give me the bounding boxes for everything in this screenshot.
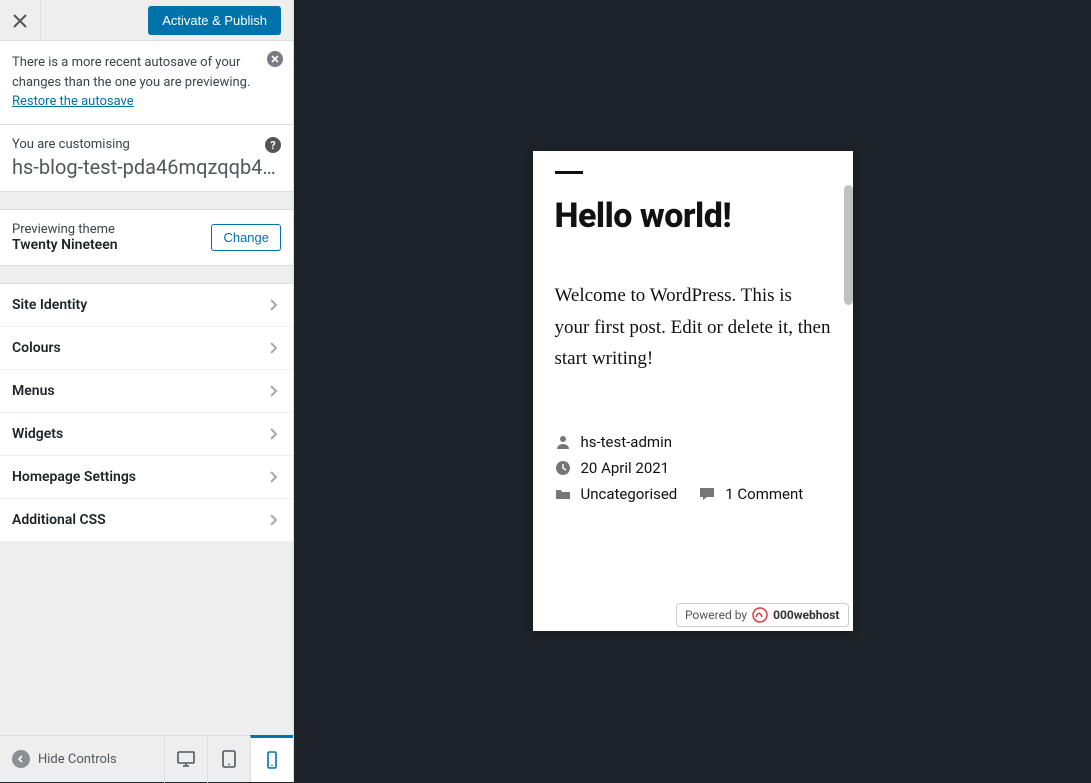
meta-date: 20 April 2021 [555, 459, 831, 477]
theme-name: Twenty Nineteen [12, 237, 118, 253]
autosave-notice: There is a more recent autosave of your … [0, 41, 293, 125]
device-desktop-button[interactable] [164, 736, 207, 783]
comment-icon [699, 486, 715, 502]
change-theme-button[interactable]: Change [211, 224, 281, 251]
person-icon [555, 434, 571, 450]
folder-icon [555, 486, 571, 502]
powered-label: Powered by [685, 608, 747, 622]
webhost-logo-icon [752, 607, 768, 623]
close-button[interactable] [0, 0, 41, 41]
desktop-icon [176, 749, 196, 769]
chevron-right-icon [267, 427, 281, 441]
powered-by-badge[interactable]: Powered by 000webhost [676, 603, 849, 627]
panel-widgets[interactable]: Widgets [0, 413, 293, 456]
site-name: hs-blog-test-pda46mqzqqb4… [12, 155, 281, 179]
post-title[interactable]: Hello world! [555, 196, 831, 236]
meta-category-comments: Uncategorised 1 Comment [555, 485, 831, 503]
chevron-right-icon [267, 470, 281, 484]
panel-menus[interactable]: Menus [0, 370, 293, 413]
panel-list: Site Identity Colours Menus Widgets Home… [0, 283, 293, 542]
preview-area: Hello world! Welcome to WordPress. This … [294, 0, 1091, 782]
customizer-header: Activate & Publish [0, 0, 293, 41]
customizer-footer: Hide Controls [0, 735, 293, 782]
device-tablet-button[interactable] [207, 736, 250, 783]
preview-content: Hello world! Welcome to WordPress. This … [533, 151, 853, 503]
scrollbar[interactable] [844, 185, 853, 305]
category-link[interactable]: Uncategorised [581, 485, 678, 503]
customising-label: You are customising [12, 137, 281, 152]
restore-autosave-link[interactable]: Restore the autosave [12, 94, 134, 109]
panel-label: Homepage Settings [12, 469, 136, 485]
publish-area: Activate & Publish [41, 0, 293, 40]
post-body: Welcome to WordPress. This is your first… [555, 280, 831, 375]
device-mobile-button[interactable] [250, 735, 293, 782]
panel-colours[interactable]: Colours [0, 327, 293, 370]
help-button[interactable]: ? [265, 137, 281, 157]
chevron-right-icon [267, 384, 281, 398]
author-link[interactable]: hs-test-admin [581, 433, 673, 451]
previewing-theme-label: Previewing theme [12, 222, 118, 237]
date-link[interactable]: 20 April 2021 [581, 459, 670, 477]
powered-brand: 000webhost [773, 608, 839, 622]
tablet-icon [219, 749, 239, 769]
panel-label: Additional CSS [12, 512, 106, 528]
dismiss-notice-button[interactable] [267, 51, 283, 74]
chevron-right-icon [267, 513, 281, 527]
theme-box: Previewing theme Twenty Nineteen Change [0, 209, 293, 266]
panel-label: Colours [12, 340, 61, 356]
panel-label: Widgets [12, 426, 63, 442]
collapse-icon [12, 750, 30, 768]
panel-homepage-settings[interactable]: Homepage Settings [0, 456, 293, 499]
meta-author: hs-test-admin [555, 433, 831, 451]
post-meta: hs-test-admin 20 April 2021 Uncategorise… [555, 433, 831, 503]
panel-label: Site Identity [12, 297, 87, 313]
hide-controls-label: Hide Controls [38, 752, 117, 767]
activate-publish-button[interactable]: Activate & Publish [148, 6, 281, 35]
hide-controls-button[interactable]: Hide Controls [0, 750, 164, 768]
panel-additional-css[interactable]: Additional CSS [0, 499, 293, 542]
close-icon [13, 14, 27, 28]
preview-frame[interactable]: Hello world! Welcome to WordPress. This … [533, 151, 853, 631]
panel-label: Menus [12, 383, 55, 399]
chevron-right-icon [267, 341, 281, 355]
svg-text:?: ? [270, 139, 276, 152]
comments-link[interactable]: 1 Comment [725, 485, 803, 503]
panel-site-identity[interactable]: Site Identity [0, 284, 293, 327]
customising-info: ? You are customising hs-blog-test-pda46… [0, 125, 293, 192]
chevron-right-icon [267, 298, 281, 312]
mobile-icon [262, 750, 282, 770]
notice-text: There is a more recent autosave of your … [12, 55, 250, 90]
title-divider [555, 171, 583, 174]
device-toggle [164, 736, 293, 783]
help-icon: ? [265, 137, 281, 153]
clock-icon [555, 460, 571, 476]
dismiss-icon [267, 51, 283, 67]
